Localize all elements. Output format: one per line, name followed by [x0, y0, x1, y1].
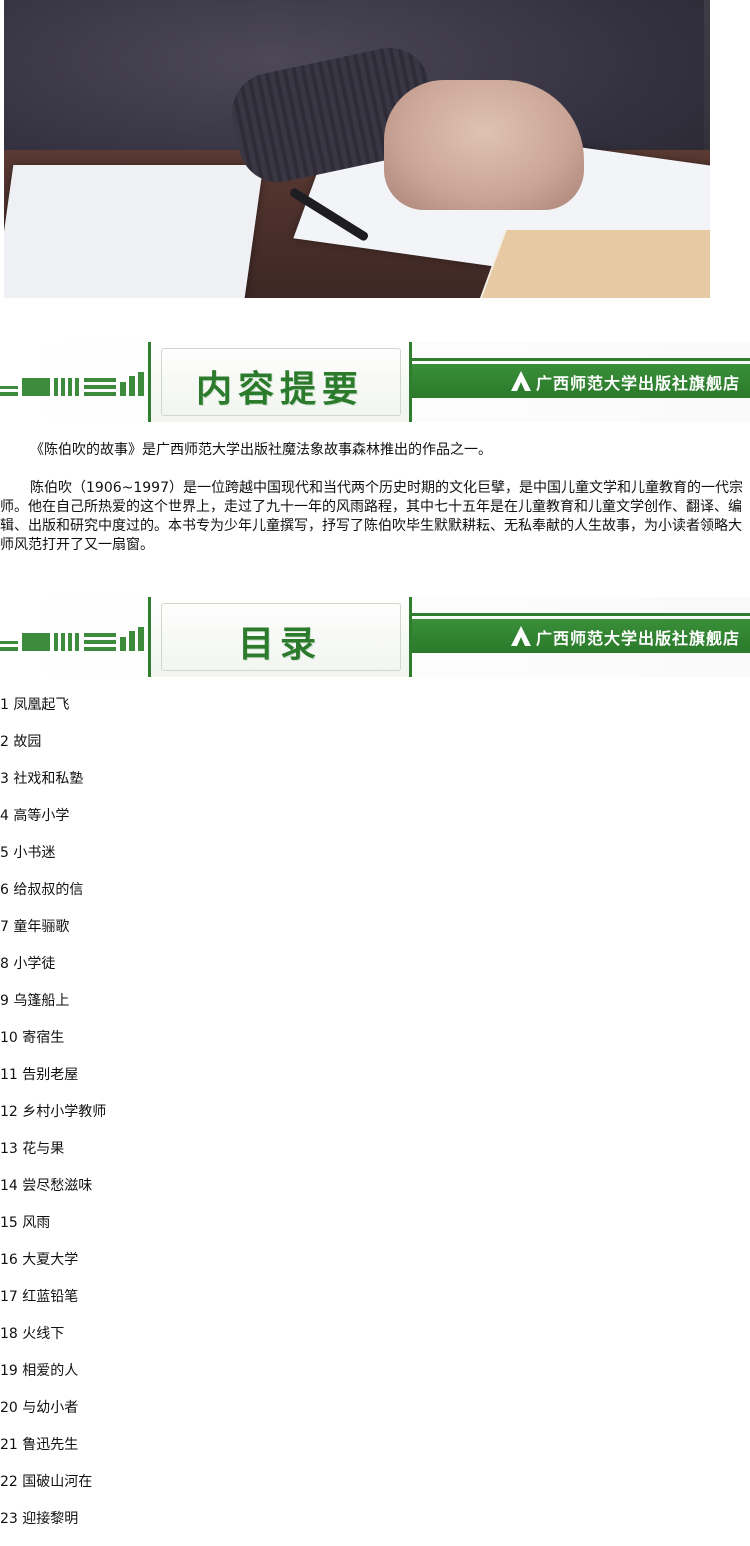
- publisher-logo-icon: [511, 626, 531, 646]
- toc-item: 2 故园: [0, 734, 42, 750]
- decorative-bars: [0, 370, 150, 396]
- brand-name: 广西师范大学出版社旗舰店: [536, 629, 741, 648]
- toc-item: 15 风雨: [0, 1215, 51, 1231]
- section-title: 内容提要: [195, 368, 364, 410]
- toc-item: 23 迎接黎明: [0, 1511, 79, 1527]
- summary-banner: 内容提要 广西师范大学出版社旗舰店: [0, 342, 750, 422]
- toc-item: 1 凤凰起飞: [0, 697, 70, 713]
- toc-item: 10 寄宿生: [0, 1030, 65, 1046]
- table-of-contents: 1 凤凰起飞 2 故园 3 社戏和私塾 4 高等小学 5 小书迷 6 给叔叔的信…: [0, 694, 300, 1545]
- brand-name: 广西师范大学出版社旗舰店: [536, 374, 741, 393]
- toc-item: 12 乡村小学教师: [0, 1104, 107, 1120]
- decorative-bars: [0, 625, 150, 651]
- section-title: 目录: [237, 623, 322, 665]
- open-book-graphic: 目录: [148, 597, 412, 677]
- toc-item: 9 乌篷船上: [0, 993, 70, 1009]
- toc-item: 13 花与果: [0, 1141, 65, 1157]
- header-photo: [4, 0, 710, 298]
- open-book-graphic: 内容提要: [148, 342, 412, 422]
- toc-item: 11 告别老屋: [0, 1067, 79, 1083]
- summary-intro: 《陈伯吹的故事》是广西师范大学出版社魔法象故事森林推出的作品之一。: [30, 442, 492, 458]
- toc-item: 16 大夏大学: [0, 1252, 79, 1268]
- toc-item: 6 给叔叔的信: [0, 882, 84, 898]
- brand-strip: 广西师范大学出版社旗舰店: [412, 613, 750, 653]
- toc-item: 19 相爱的人: [0, 1363, 79, 1379]
- toc-item: 20 与幼小者: [0, 1400, 79, 1416]
- summary-body: 陈伯吹（1906~1997）是一位跨越中国现代和当代两个历史时期的文化巨擘，是中…: [0, 480, 743, 553]
- toc-item: 7 童年骊歌: [0, 919, 70, 935]
- toc-item: 21 鲁迅先生: [0, 1437, 79, 1453]
- toc-banner: 目录 广西师范大学出版社旗舰店: [0, 597, 750, 677]
- toc-item: 22 国破山河在: [0, 1474, 93, 1490]
- toc-item: 5 小书迷: [0, 845, 56, 861]
- publisher-logo-icon: [511, 371, 531, 391]
- toc-item: 17 红蓝铅笔: [0, 1289, 79, 1305]
- toc-item: 4 高等小学: [0, 808, 70, 824]
- toc-item: 8 小学徒: [0, 956, 56, 972]
- toc-item: 18 火线下: [0, 1326, 65, 1342]
- toc-item: 14 尝尽愁滋味: [0, 1178, 93, 1194]
- brand-strip: 广西师范大学出版社旗舰店: [412, 358, 750, 398]
- toc-item: 3 社戏和私塾: [0, 771, 84, 787]
